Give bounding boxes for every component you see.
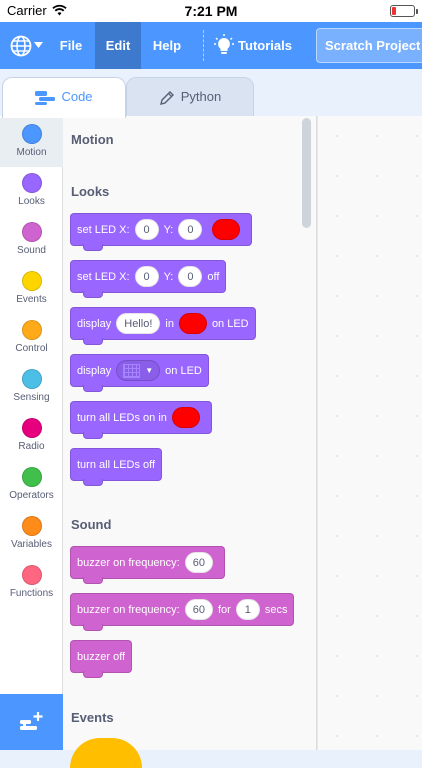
language-caret-icon[interactable] [34, 42, 43, 48]
palette-scrollbar[interactable] [302, 118, 311, 228]
looks-category-dot [21, 173, 42, 193]
battery-icon [390, 5, 418, 17]
category-radio[interactable]: Radio [0, 412, 63, 461]
tab-python-label: Python [180, 89, 222, 104]
block-text: buzzer on frequency: [77, 603, 180, 616]
block-text: buzzer on frequency: [77, 556, 180, 569]
category-label: Control [15, 343, 48, 354]
functions-category-dot [21, 565, 42, 585]
code-workspace[interactable] [317, 116, 422, 750]
color-swatch[interactable] [212, 219, 241, 240]
seconds-input[interactable]: 1 [235, 599, 260, 620]
frequency-input[interactable]: 60 [184, 599, 213, 620]
buzzer-off-block[interactable]: buzzer off [70, 640, 133, 678]
block-text: on LED [165, 364, 202, 377]
motion-category-dot [21, 124, 42, 144]
text-input[interactable]: Hello! [116, 313, 161, 334]
set-led-off-block[interactable]: set LED X: 0 Y: 0 off [70, 260, 227, 298]
code-blocks-icon [35, 90, 56, 105]
x-input[interactable]: 0 [134, 219, 159, 240]
editor-tabs: Code Python [0, 69, 422, 118]
block-text: turn all LEDs on in [77, 411, 167, 424]
led-grid-icon [123, 363, 141, 378]
category-label: Motion [16, 147, 47, 158]
help-menu[interactable]: Help [148, 22, 186, 69]
category-sensing[interactable]: Sensing [0, 363, 63, 412]
tab-python[interactable]: Python [126, 77, 254, 117]
turn-all-leds-off-block[interactable]: turn all LEDs off [70, 448, 163, 486]
events-category-dot [21, 271, 42, 291]
color-swatch[interactable] [178, 313, 207, 334]
edit-menu[interactable]: Edit [95, 22, 141, 69]
block-text: set LED X: [77, 223, 130, 236]
lightbulb-icon[interactable] [214, 34, 234, 56]
category-label: Operators [9, 490, 54, 501]
block-text: Y: [163, 270, 174, 283]
block-text: display [77, 317, 112, 330]
looks-heading: Looks [71, 184, 110, 199]
category-label: Variables [11, 539, 52, 550]
category-label: Functions [9, 588, 54, 599]
category-operators[interactable]: Operators [0, 461, 63, 510]
set-led-color-block[interactable]: set LED X: 0 Y: 0 [70, 213, 253, 251]
buzzer-frequency-duration-block[interactable]: buzzer on frequency: 60 for 1 secs [70, 593, 295, 631]
sound-category-dot [21, 222, 42, 242]
pencil-icon [159, 90, 174, 105]
display-text-block[interactable]: display Hello! in on LED [70, 307, 256, 345]
add-extension-icon [20, 712, 43, 730]
menu-bar: File Edit Help Tutorials Scratch Project [0, 22, 422, 69]
category-label: Events [16, 294, 47, 305]
turn-all-leds-on-block[interactable]: turn all LEDs on in [70, 401, 212, 439]
category-sidebar: Motion Looks Sound Events Control Sensin… [0, 116, 63, 750]
block-text: Y: [163, 223, 174, 236]
menu-divider [203, 30, 204, 61]
category-functions[interactable]: Functions [0, 559, 63, 608]
category-control[interactable]: Control [0, 314, 63, 363]
category-variables[interactable]: Variables [0, 510, 63, 559]
x-input[interactable]: 0 [134, 266, 159, 287]
block-text: set LED X: [77, 270, 130, 283]
category-looks[interactable]: Looks [0, 167, 63, 216]
block-text: off [207, 270, 220, 283]
led-matrix-dropdown[interactable]: ▼ [116, 360, 161, 381]
sensing-category-dot [21, 369, 42, 389]
category-motion[interactable]: Motion [0, 118, 63, 167]
category-sound[interactable]: Sound [0, 216, 63, 265]
tutorials-button[interactable]: Tutorials [236, 22, 294, 69]
y-input[interactable]: 0 [178, 266, 203, 287]
operators-category-dot [21, 467, 42, 487]
events-heading: Events [71, 710, 114, 725]
color-swatch[interactable] [171, 407, 200, 428]
frequency-input[interactable]: 60 [184, 552, 213, 573]
variables-category-dot [21, 516, 42, 536]
globe-icon[interactable] [10, 35, 32, 57]
category-label: Sound [17, 245, 46, 256]
block-text: turn all LEDs off [77, 458, 156, 471]
sound-heading: Sound [71, 517, 112, 532]
status-bar: Carrier 7:21 PM [0, 0, 422, 22]
tab-code[interactable]: Code [2, 77, 126, 118]
category-label: Sensing [13, 392, 50, 403]
block-text: display [77, 364, 112, 377]
control-category-dot [21, 320, 42, 340]
block-text: buzzer off [77, 650, 126, 663]
display-matrix-block[interactable]: display ▼ on LED [70, 354, 209, 392]
motion-heading: Motion [71, 132, 114, 147]
dropdown-arrow-icon: ▼ [145, 366, 154, 375]
add-extension-button[interactable] [0, 694, 63, 750]
category-label: Looks [18, 196, 45, 207]
block-text: for [217, 603, 231, 616]
block-text: on LED [211, 317, 249, 330]
category-events[interactable]: Events [0, 265, 63, 314]
radio-category-dot [21, 418, 42, 438]
category-label: Radio [18, 441, 45, 452]
block-text: secs [264, 603, 288, 616]
project-title-field[interactable]: Scratch Project [316, 28, 422, 63]
tab-code-label: Code [61, 89, 93, 104]
y-input[interactable]: 0 [178, 219, 203, 240]
file-menu[interactable]: File [55, 22, 87, 69]
buzzer-frequency-block[interactable]: buzzer on frequency: 60 [70, 546, 225, 584]
clock: 7:21 PM [184, 3, 238, 19]
block-text: in [165, 317, 174, 330]
